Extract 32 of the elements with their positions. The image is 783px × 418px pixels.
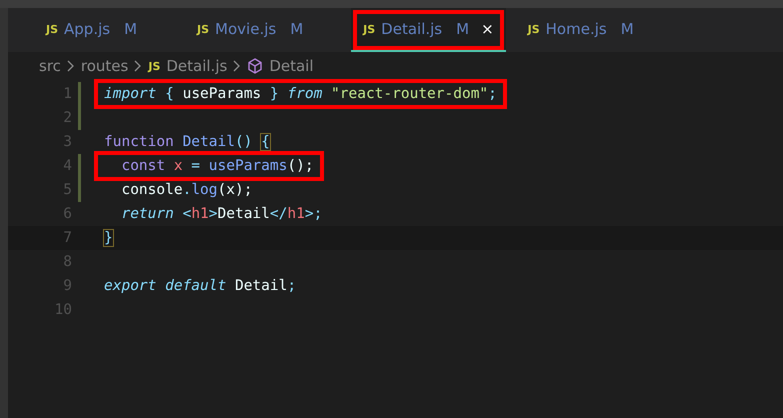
chevron-icon xyxy=(134,60,142,72)
modified-label: M xyxy=(456,20,470,38)
js-file-icon: JS xyxy=(363,22,376,36)
editor-tab[interactable]: JS Home.js M xyxy=(516,8,646,52)
code-line: function Detail() { xyxy=(104,134,270,150)
tab-label: Home.js xyxy=(546,20,607,38)
line-number: 7 xyxy=(62,230,72,246)
breadcrumb-item[interactable]: Detail.js xyxy=(166,57,228,75)
chevron-icon xyxy=(233,60,242,72)
modified-label: M xyxy=(124,20,138,38)
js-file-icon: JS xyxy=(46,22,58,36)
js-file-icon: JS xyxy=(197,22,210,36)
code-line: return <h1>Detail</h1>; xyxy=(120,206,322,222)
js-file-icon: JS xyxy=(528,22,540,36)
breadcrumb-item[interactable]: Detail xyxy=(269,57,314,75)
breadcrumb-item[interactable]: routes xyxy=(80,57,128,75)
js-file-icon: JS xyxy=(148,60,160,72)
code-line: } xyxy=(104,230,113,246)
cube-icon xyxy=(247,58,264,74)
editor-tab[interactable]: JS Detail.js M × xyxy=(351,8,506,52)
tab-label: Detail.js xyxy=(381,20,442,38)
close-button[interactable]: × xyxy=(481,20,494,38)
editor-tab[interactable]: JS App.js M xyxy=(34,8,150,52)
editor-tab[interactable]: JS Movie.js M xyxy=(185,8,316,52)
code-line: console.log(x); xyxy=(120,182,252,198)
modified-label: M xyxy=(290,20,304,38)
modified-label: M xyxy=(620,20,634,38)
code-line: export default Detail; xyxy=(104,278,296,294)
tab-label: App.js xyxy=(64,20,110,38)
breadcrumb-item[interactable]: src xyxy=(39,57,61,75)
tab-label: Movie.js xyxy=(215,20,276,38)
chevron-icon xyxy=(66,60,75,72)
